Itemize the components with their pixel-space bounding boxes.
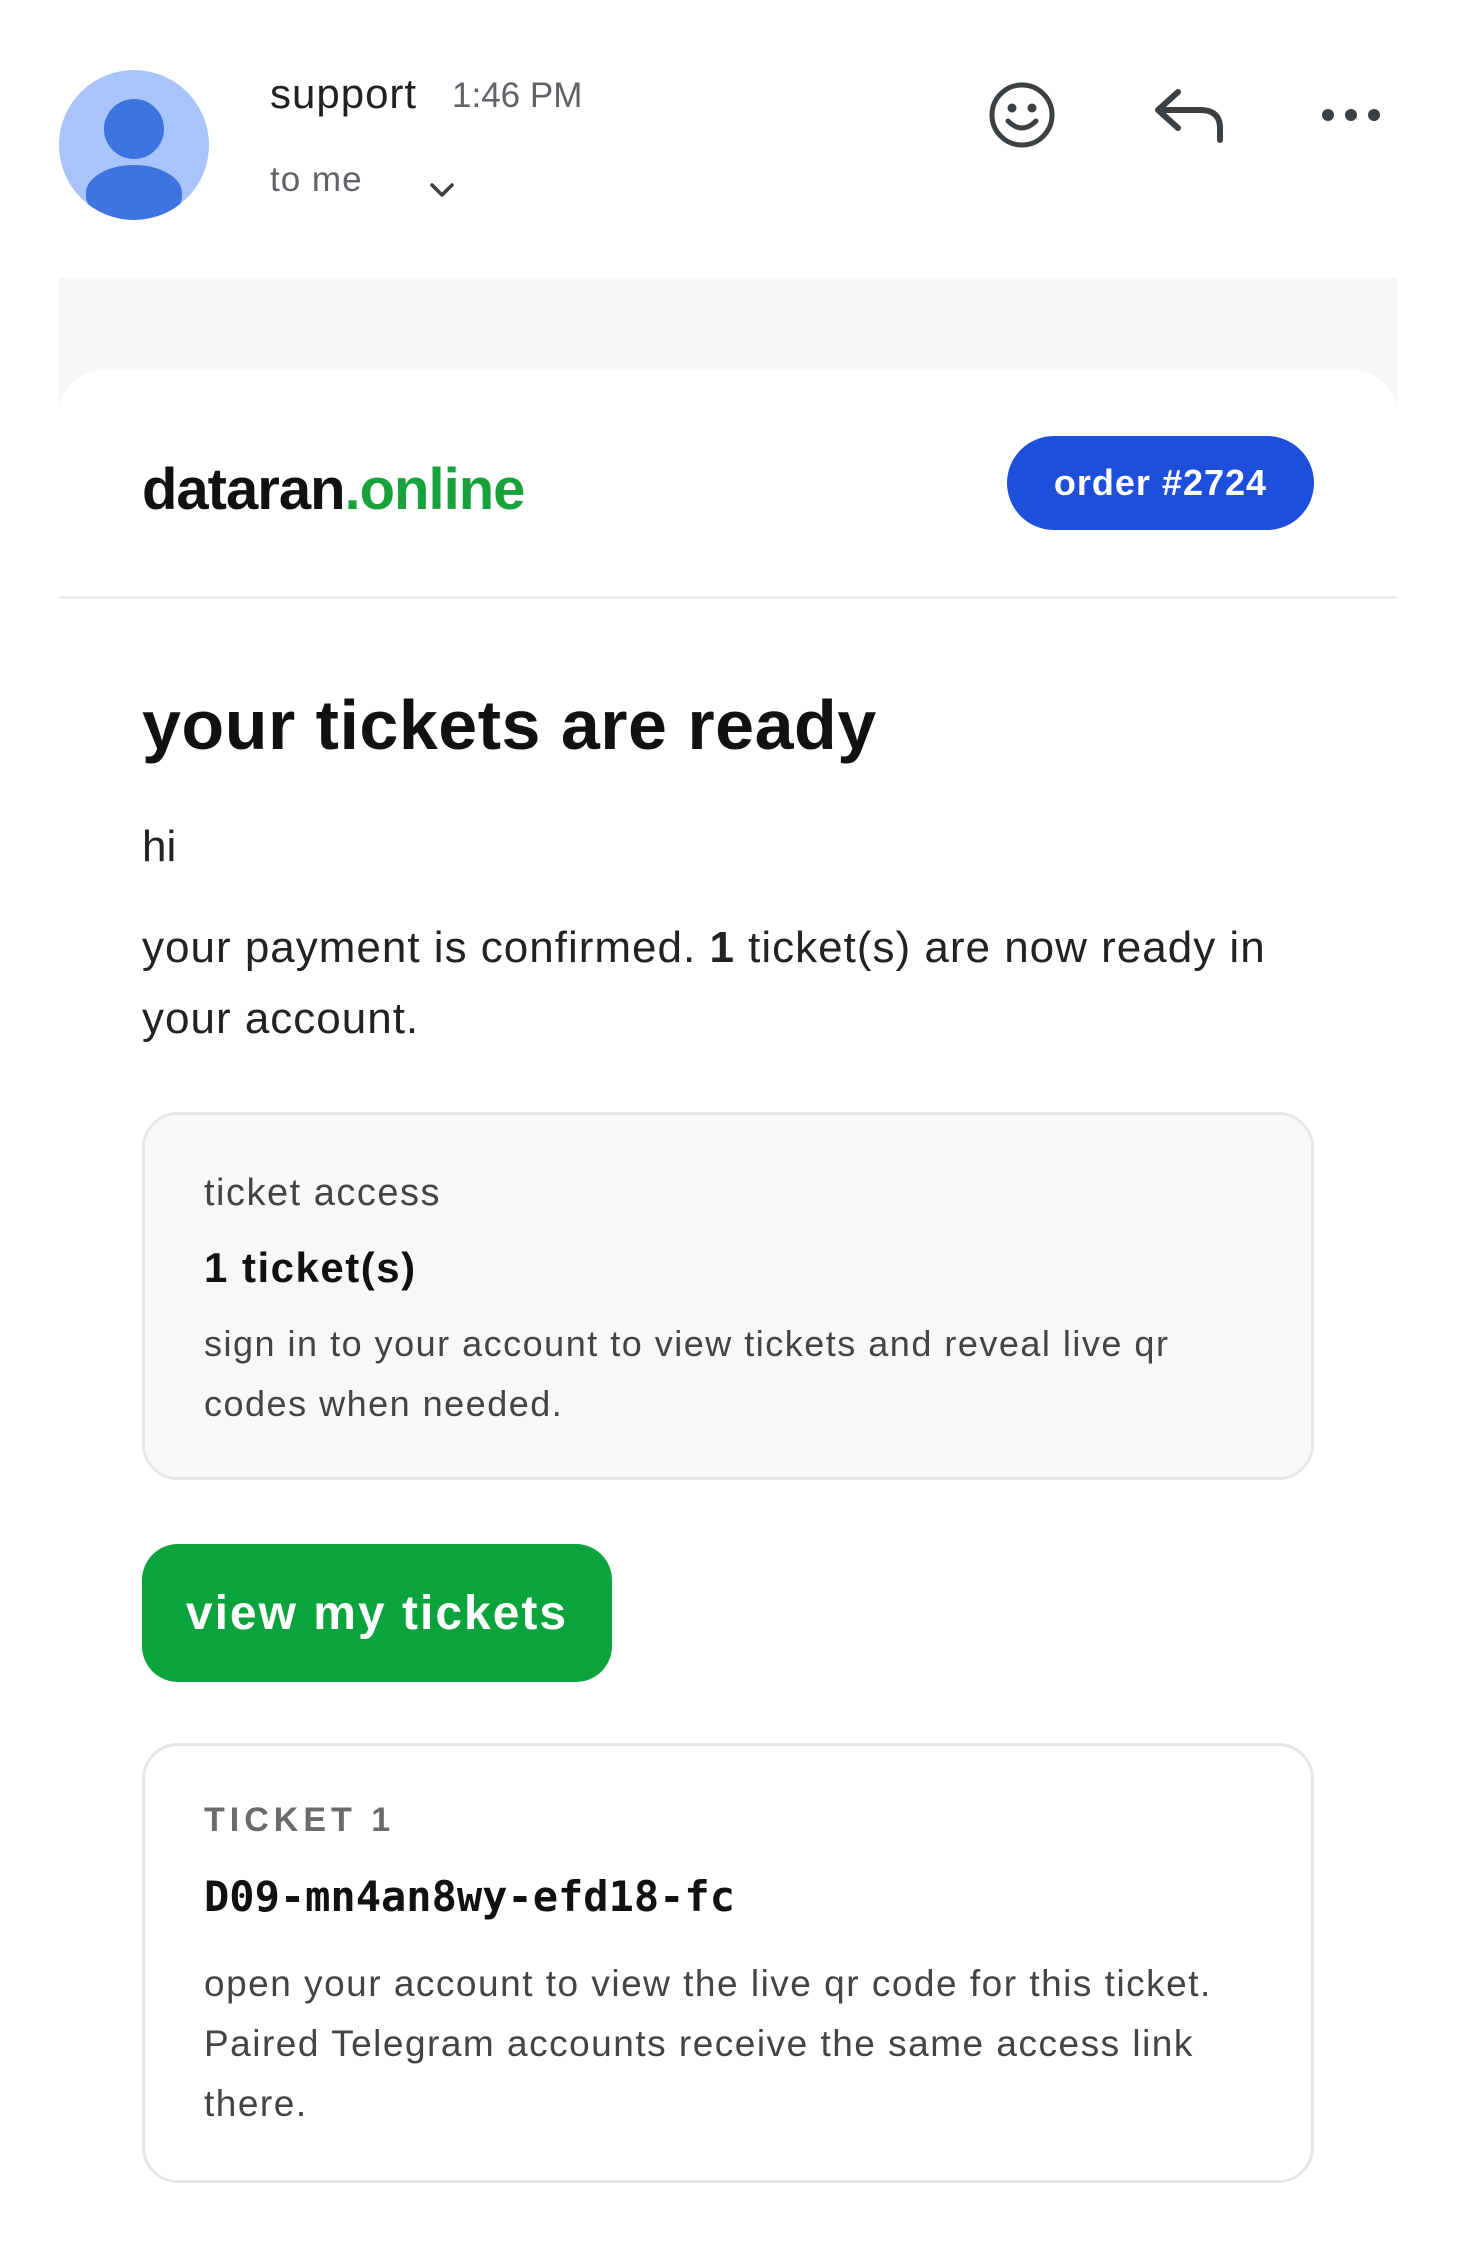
confirmation-message: your payment is confirmed. 1 ticket(s) a… [142, 912, 1302, 1054]
more-icon[interactable] [1318, 100, 1384, 130]
reply-icon[interactable] [1152, 84, 1226, 146]
ticket-access-count: 1 ticket(s) [204, 1244, 417, 1291]
avatar-body-icon [86, 165, 182, 220]
ticket-access-label: ticket access [204, 1172, 442, 1214]
email-greeting: hi [142, 822, 177, 871]
email-time: 1:46 PM [452, 76, 583, 115]
avatar-head-icon [104, 99, 164, 159]
email-headline: your tickets are ready [142, 686, 877, 764]
message-ticket-count: 1 [709, 923, 735, 972]
ticket-description: open your account to view the live qr co… [204, 1963, 1212, 2124]
chevron-down-icon[interactable] [424, 172, 460, 208]
brand-name: dataran [142, 457, 346, 522]
brand-accent: .online [344, 457, 526, 522]
recipient-label[interactable]: to me [270, 160, 363, 200]
ticket-number-label: TICKET 1 [204, 1801, 396, 1839]
view-my-tickets-button[interactable]: view my tickets [142, 1544, 612, 1682]
header-divider [59, 596, 1397, 599]
brand-logo: dataran.online [142, 456, 526, 523]
ticket-code: D09-mn4an8wy-efd18-fc [204, 1872, 736, 1921]
ticket-access-description: sign in to your account to view tickets … [204, 1323, 1170, 1424]
emoji-icon[interactable] [987, 80, 1057, 150]
sender-avatar[interactable] [59, 70, 209, 220]
order-badge: order #2724 [1007, 436, 1314, 530]
message-part-before: your payment is confirmed. [142, 923, 710, 972]
sender-name[interactable]: support [270, 70, 417, 118]
